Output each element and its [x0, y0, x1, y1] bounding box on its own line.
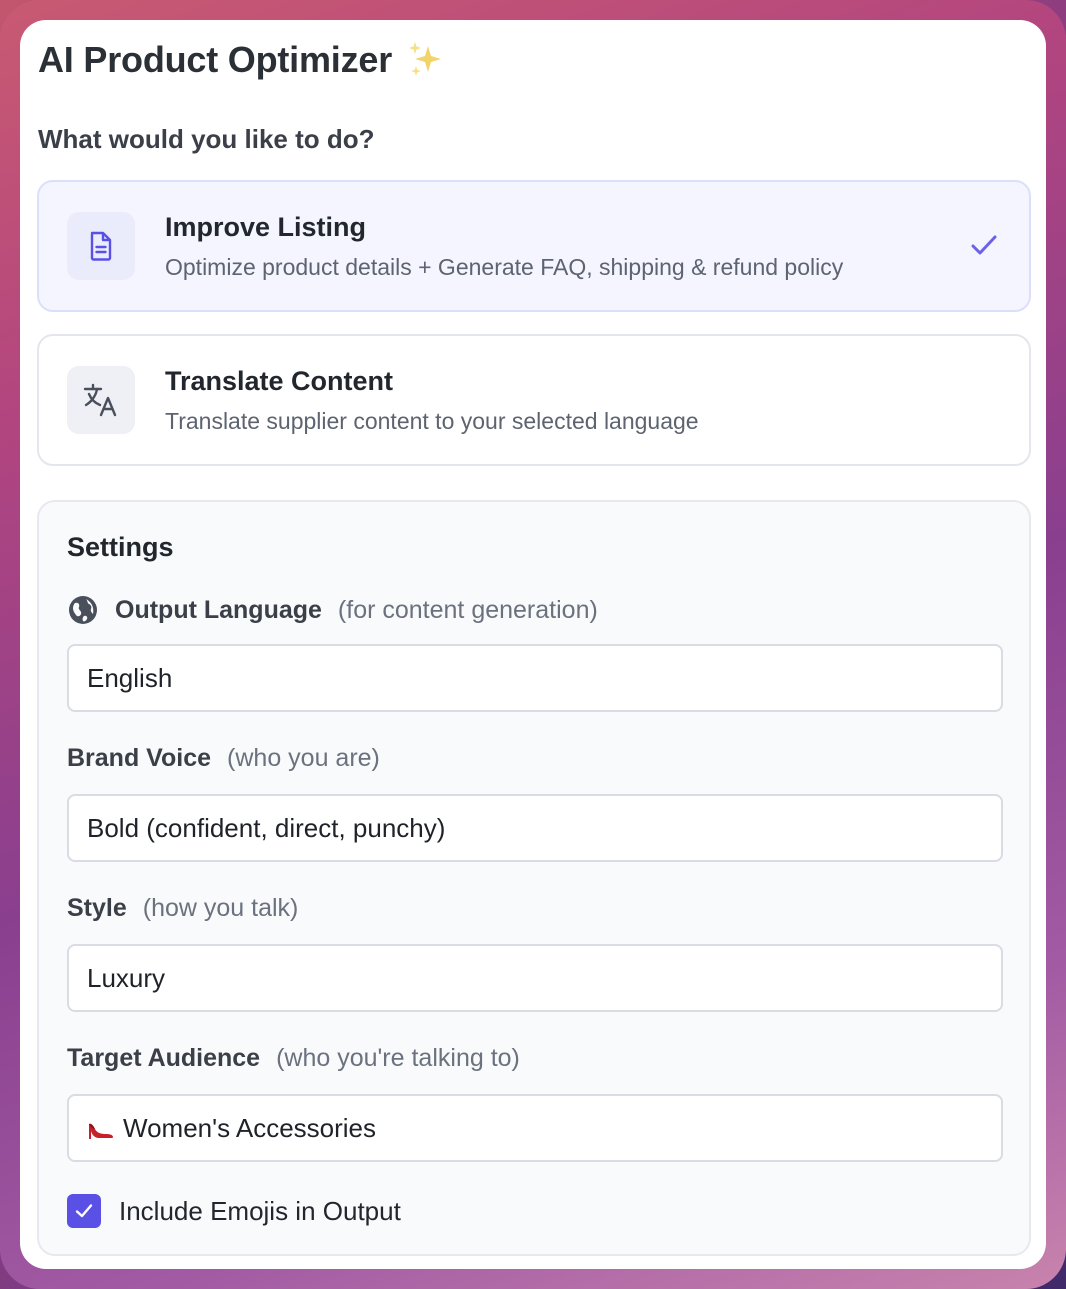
checkbox-check-icon [75, 1204, 93, 1218]
style-value: Luxury [87, 962, 166, 993]
field-hint: (how you talk) [142, 894, 299, 922]
field-label-text: Brand Voice [67, 744, 212, 772]
option-description: Optimize product details + Generate FAQ,… [165, 254, 844, 280]
option-title: Improve Listing [165, 212, 367, 242]
page-title: AI Product Optimizer [38, 39, 393, 80]
check-icon [971, 235, 997, 255]
target-audience-value: Women's Accessories [123, 1112, 377, 1143]
field-label-text: Target Audience [67, 1044, 261, 1072]
brand-voice-value: Bold (confident, direct, punchy) [87, 812, 446, 843]
field-hint: (who you're talking to) [276, 1044, 520, 1072]
optimizer-panel: AI Product Optimizer What would you like… [20, 20, 1046, 1269]
output-language-select[interactable]: English [67, 644, 1003, 712]
header: AI Product Optimizer [38, 38, 446, 82]
include-emojis-row[interactable]: Include Emojis in Output [67, 1194, 401, 1228]
field-label-text: Style [67, 894, 127, 922]
include-emojis-checkbox[interactable] [67, 1194, 101, 1228]
brand-voice-label: Brand Voice (who you are) [67, 744, 380, 773]
include-emojis-label: Include Emojis in Output [119, 1195, 401, 1226]
style-label: Style (how you talk) [67, 894, 298, 923]
settings-title: Settings [67, 532, 174, 562]
target-audience-select[interactable]: Women's Accessories [67, 1094, 1003, 1162]
option-icon-box [67, 212, 135, 280]
option-translate-content[interactable]: Translate Content Translate supplier con… [37, 334, 1031, 466]
field-hint: (for content generation) [337, 595, 598, 624]
translate-icon [83, 383, 117, 417]
globe-icon [69, 596, 97, 624]
option-description: Translate supplier content to your selec… [165, 408, 699, 434]
option-icon-box [67, 366, 135, 434]
style-select[interactable]: Luxury [67, 944, 1003, 1012]
document-icon [90, 231, 112, 261]
option-improve-listing[interactable]: Improve Listing Optimize product details… [37, 180, 1031, 312]
field-hint: (who you are) [227, 744, 380, 772]
output-language-value: English [87, 662, 173, 693]
option-title: Translate Content [165, 366, 394, 396]
sparkles-icon [409, 42, 442, 76]
task-question: What would you like to do? [38, 124, 375, 154]
output-language-label: Output Language (for content generation) [67, 594, 598, 626]
brand-voice-select[interactable]: Bold (confident, direct, punchy) [67, 794, 1003, 862]
settings-panel: Settings Output Language (for content ge… [37, 500, 1031, 1256]
target-audience-label: Target Audience (who you're talking to) [67, 1044, 520, 1073]
field-label-text: Output Language [115, 595, 322, 624]
high-heel-icon [89, 1123, 113, 1139]
